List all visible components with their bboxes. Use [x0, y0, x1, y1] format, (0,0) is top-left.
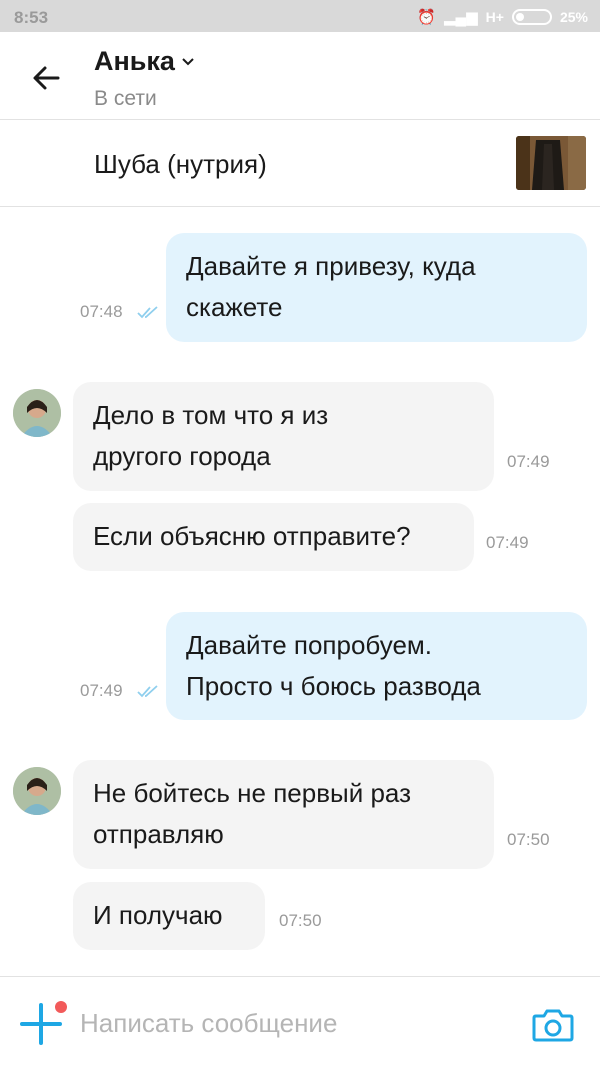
message-time: 07:48: [80, 302, 123, 321]
listing-bar[interactable]: Шуба (нутрия): [0, 121, 600, 207]
battery-percent: 25%: [559, 9, 588, 25]
message-time: 07:50: [507, 830, 550, 849]
status-bar: 8:53 ⏰ ▂▄▆ H+ 25%: [0, 0, 600, 32]
chat-header: Анька В сети: [0, 32, 600, 120]
message-line: отправляю: [93, 819, 224, 849]
avatar[interactable]: [13, 389, 61, 437]
message-time: 07:50: [279, 911, 322, 930]
message-bubble-incoming[interactable]: Не бойтесь не первый раз отправляю: [73, 760, 494, 869]
message-line: Не бойтесь не первый раз: [93, 778, 412, 808]
status-time: 8:53: [14, 8, 49, 27]
network-type: H+: [485, 9, 504, 25]
double-check-icon: [137, 306, 158, 319]
contact-name: Анька: [94, 46, 175, 76]
listing-title: Шуба (нутрия): [94, 149, 267, 179]
message-bubble-incoming[interactable]: Если объясню отправите?: [73, 503, 474, 571]
message-time: 07:49: [486, 533, 529, 552]
battery-icon: [511, 9, 552, 25]
message-input[interactable]: [80, 1003, 500, 1043]
message-line: Если объясню отправите?: [93, 521, 411, 551]
message-line: И получаю: [93, 900, 223, 930]
contact-status: В сети: [94, 87, 157, 110]
chevron-down-icon: [182, 57, 194, 65]
camera-button[interactable]: [530, 1002, 576, 1048]
message-line: Дело в том что я из: [93, 400, 329, 430]
message-time: 07:49: [80, 681, 123, 700]
double-check-icon: [137, 685, 158, 698]
camera-icon: [532, 1009, 574, 1042]
back-button[interactable]: [24, 56, 68, 100]
contact-name-dropdown[interactable]: Анька: [94, 46, 195, 77]
system-icons: ⏰ ▂▄▆ H+ 25%: [417, 8, 588, 26]
message-bubble-outgoing[interactable]: Давайте я привезу, куда скажете: [166, 233, 587, 342]
listing-thumbnail[interactable]: [516, 136, 586, 190]
message-line: Давайте я привезу, куда: [186, 251, 476, 281]
arrow-left-icon: [33, 66, 60, 90]
message-time: 07:49: [507, 452, 550, 471]
message-line: другого города: [93, 441, 271, 471]
message-bubble-incoming[interactable]: И получаю: [73, 882, 265, 950]
message-bubble-incoming[interactable]: Дело в том что я из другого города: [73, 382, 494, 491]
notification-dot: [55, 1001, 67, 1013]
alarm-icon: ⏰: [417, 9, 436, 26]
message-bubble-outgoing[interactable]: Давайте попробуем. Просто ч боюсь развод…: [166, 612, 587, 720]
message-line: скажете: [186, 292, 283, 322]
signal-icon: ▂▄▆: [443, 9, 478, 26]
message-composer: [0, 976, 600, 1066]
message-line: Просто ч боюсь развода: [186, 671, 481, 701]
message-line: Давайте попробуем.: [186, 630, 432, 660]
avatar[interactable]: [13, 767, 61, 815]
